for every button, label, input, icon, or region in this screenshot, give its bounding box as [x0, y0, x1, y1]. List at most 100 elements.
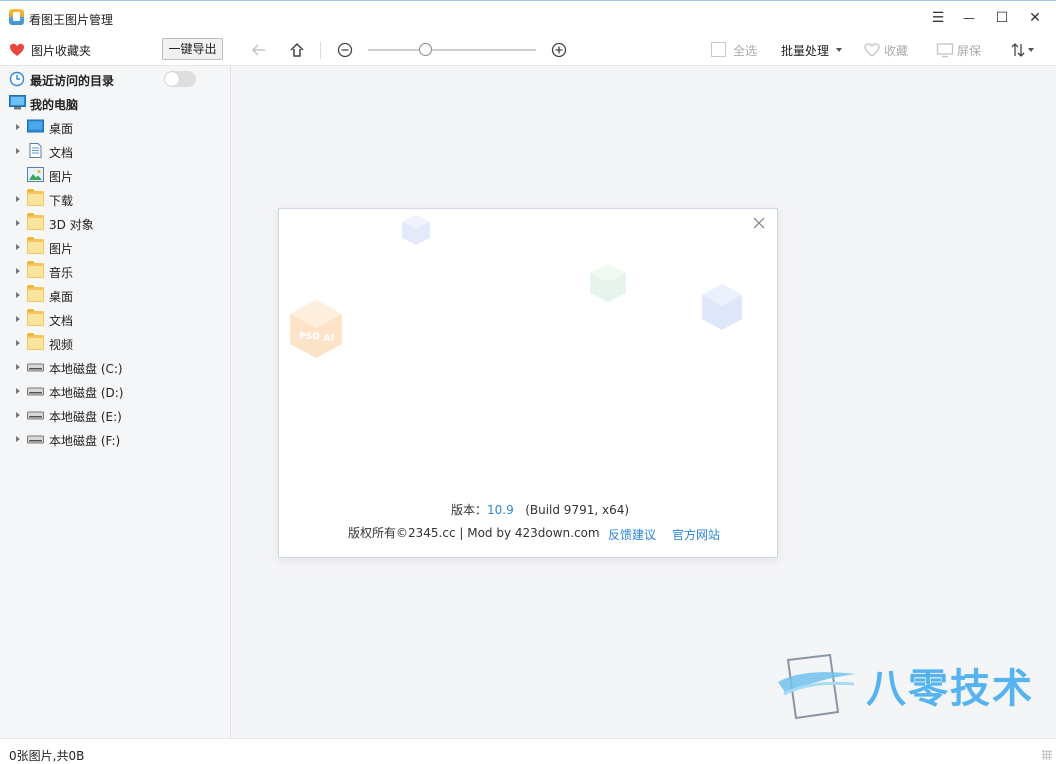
sidebar-item-label: 图片: [49, 170, 74, 184]
batch-process-button[interactable]: 批量处理: [781, 42, 829, 59]
sidebar-my-computer[interactable]: 我的电脑: [0, 91, 230, 115]
official-site-link[interactable]: 官方网站: [672, 526, 720, 543]
zoom-out-icon[interactable]: [335, 40, 355, 60]
sidebar-item-documents[interactable]: 文档: [0, 139, 230, 163]
zoom-slider-thumb[interactable]: [419, 43, 432, 56]
menu-button[interactable]: ☰: [926, 7, 950, 29]
close-button[interactable]: ✕: [1023, 7, 1047, 29]
expand-arrow-icon[interactable]: [16, 244, 20, 250]
sidebar-item-label: 桌面: [49, 122, 74, 136]
expand-arrow-icon[interactable]: [16, 124, 20, 130]
sidebar-item-label: 文档: [49, 146, 74, 160]
drive-icon: [27, 363, 44, 372]
sidebar-recent[interactable]: 最近访问的目录: [0, 67, 230, 91]
sidebar-item-label: 3D 对象: [49, 218, 94, 232]
version-number: 10.9: [487, 503, 514, 517]
resize-grip-icon[interactable]: [1042, 750, 1052, 760]
svg-text:PSD: PSD: [299, 332, 320, 342]
sidebar-item-label: 本地磁盘 (F:): [49, 434, 121, 448]
folder-icon: [27, 237, 44, 254]
desktop-icon: [27, 119, 44, 133]
collect-label[interactable]: 收藏: [884, 42, 908, 59]
sidebar-item-label: 本地磁盘 (E:): [49, 410, 122, 424]
cube-decoration-icon: [402, 215, 430, 245]
screensaver-icon[interactable]: [935, 40, 955, 60]
sidebar-item-label: 下载: [49, 194, 74, 208]
cube-decoration-icon: [702, 284, 742, 330]
zoom-in-icon[interactable]: [549, 40, 569, 60]
sidebar-item-label: 图片: [49, 242, 74, 256]
expand-arrow-icon[interactable]: [16, 292, 20, 298]
zoom-slider-track[interactable]: [368, 49, 536, 51]
version-line: 版本：10.9 (Build 9791, x64): [451, 501, 629, 518]
maximize-button[interactable]: ☐: [990, 7, 1014, 29]
back-arrow-icon[interactable]: [249, 40, 269, 60]
drive-icon: [27, 435, 44, 444]
sidebar-item-label: 本地磁盘 (D:): [49, 386, 124, 400]
expand-arrow-icon[interactable]: [16, 340, 20, 346]
sidebar-item-pictures[interactable]: 图片: [0, 235, 230, 259]
computer-icon: [9, 95, 26, 110]
select-all-label[interactable]: 全选: [733, 42, 757, 59]
heart-outline-icon[interactable]: [862, 40, 882, 60]
sidebar-item-music[interactable]: 音乐: [0, 259, 230, 283]
export-button[interactable]: 一键导出: [162, 38, 223, 60]
expand-arrow-icon[interactable]: [16, 148, 20, 154]
window-title: 看图王图片管理: [29, 13, 114, 27]
image-icon: [27, 167, 44, 182]
sidebar-item-label: 文档: [49, 314, 74, 328]
sidebar-item-drive-e[interactable]: 本地磁盘 (E:): [0, 403, 230, 427]
build-info: (Build 9791, x64): [525, 503, 630, 517]
expand-arrow-icon[interactable]: [16, 268, 20, 274]
toolbar-divider: [320, 42, 321, 59]
feedback-link[interactable]: 反馈建议: [608, 526, 656, 543]
folder-icon: [27, 261, 44, 278]
sort-chevron-icon[interactable]: [1028, 48, 1034, 52]
expand-arrow-icon[interactable]: [16, 412, 20, 418]
sidebar-item-3d-objects[interactable]: 3D 对象: [0, 211, 230, 235]
sidebar-item-label: 视频: [49, 338, 74, 352]
folder-icon: [27, 189, 44, 206]
chevron-down-icon[interactable]: [836, 48, 842, 52]
sidebar-my-computer-label: 我的电脑: [30, 98, 79, 112]
status-bar: 0张图片,共0B: [0, 738, 1056, 764]
watermark-logo-icon: [778, 654, 856, 720]
heart-icon: [10, 43, 24, 56]
recent-toggle[interactable]: [164, 71, 196, 87]
sidebar-item-desktop-folder[interactable]: 桌面: [0, 283, 230, 307]
sidebar-item-desktop[interactable]: 桌面: [0, 115, 230, 139]
close-icon[interactable]: [751, 215, 767, 231]
favorites-label: 图片收藏夹: [31, 43, 92, 58]
drive-icon: [27, 411, 44, 420]
sidebar-item-videos[interactable]: 视频: [0, 331, 230, 355]
minimize-button[interactable]: —: [957, 7, 981, 29]
sidebar-item-drive-f[interactable]: 本地磁盘 (F:): [0, 427, 230, 451]
expand-arrow-icon[interactable]: [16, 436, 20, 442]
toolbar: 图片收藏夹 一键导出 全选 批量处理 收藏 屏保: [0, 34, 1056, 66]
folder-icon: [27, 333, 44, 350]
app-logo-icon: [9, 9, 24, 25]
sidebar-item-label: 桌面: [49, 290, 74, 304]
expand-arrow-icon[interactable]: [16, 316, 20, 322]
status-text: 0张图片,共0B: [9, 749, 85, 763]
sidebar-item-label: 音乐: [49, 266, 74, 280]
screensaver-label[interactable]: 屏保: [957, 42, 981, 59]
version-prefix: 版本：: [451, 503, 488, 517]
expand-arrow-icon[interactable]: [16, 196, 20, 202]
sort-icon[interactable]: [1008, 40, 1028, 60]
sidebar-item-drive-c[interactable]: 本地磁盘 (C:): [0, 355, 230, 379]
watermark-text: 八零技术: [866, 666, 1034, 712]
favorites-button[interactable]: 图片收藏夹: [9, 41, 91, 59]
sidebar-item-documents-folder[interactable]: 文档: [0, 307, 230, 331]
expand-arrow-icon[interactable]: [16, 388, 20, 394]
sidebar-item-drive-d[interactable]: 本地磁盘 (D:): [0, 379, 230, 403]
select-all-checkbox[interactable]: [711, 42, 726, 57]
cube-decoration-icon: [590, 264, 626, 302]
drive-icon: [27, 387, 44, 396]
folder-icon: [27, 309, 44, 326]
expand-arrow-icon[interactable]: [16, 364, 20, 370]
up-folder-icon[interactable]: [287, 40, 307, 60]
sidebar-item-downloads[interactable]: 下载: [0, 187, 230, 211]
expand-arrow-icon[interactable]: [16, 220, 20, 226]
sidebar-item-pictures-lib[interactable]: 图片: [0, 163, 230, 187]
